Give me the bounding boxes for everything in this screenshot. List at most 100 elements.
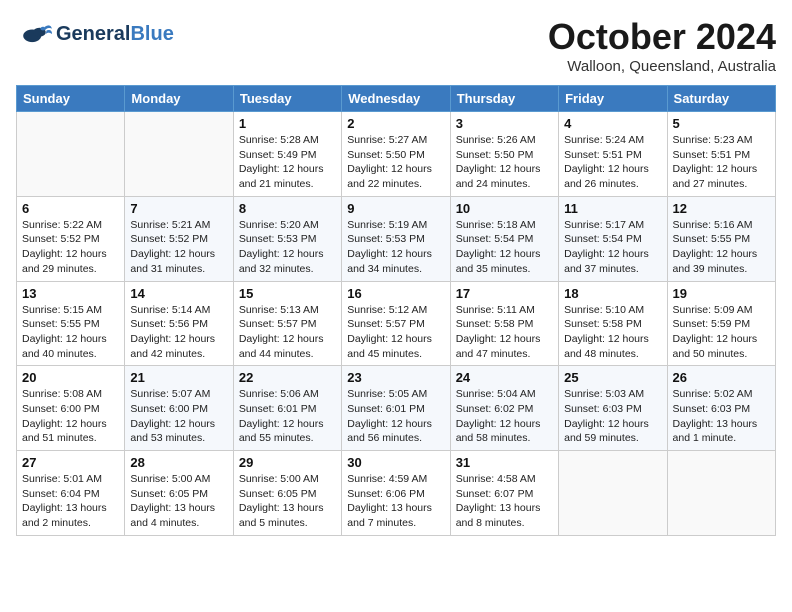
- day-info: Sunrise: 5:10 AMSunset: 5:58 PMDaylight:…: [564, 303, 661, 362]
- day-info: Sunrise: 5:13 AMSunset: 5:57 PMDaylight:…: [239, 303, 336, 362]
- weekday-header-friday: Friday: [559, 86, 667, 112]
- day-number: 14: [130, 286, 227, 301]
- location-subtitle: Walloon, Queensland, Australia: [548, 58, 776, 75]
- day-number: 11: [564, 201, 661, 216]
- calendar-cell: 15 Sunrise: 5:13 AMSunset: 5:57 PMDayligh…: [233, 281, 341, 366]
- calendar-cell: 19 Sunrise: 5:09 AMSunset: 5:59 PMDayligh…: [667, 281, 775, 366]
- day-number: 25: [564, 370, 661, 385]
- day-info: Sunrise: 5:07 AMSunset: 6:00 PMDaylight:…: [130, 387, 227, 446]
- day-number: 24: [456, 370, 553, 385]
- calendar-cell: 21 Sunrise: 5:07 AMSunset: 6:00 PMDayligh…: [125, 366, 233, 451]
- weekday-header-tuesday: Tuesday: [233, 86, 341, 112]
- weekday-header-sunday: Sunday: [17, 86, 125, 112]
- calendar-cell: 5Sunrise: 5:23 AMSunset: 5:51 PMDaylight…: [667, 112, 775, 197]
- day-number: 26: [673, 370, 770, 385]
- day-info: Sunrise: 5:01 AMSunset: 6:04 PMDaylight:…: [22, 472, 119, 531]
- day-number: 19: [673, 286, 770, 301]
- day-number: 20: [22, 370, 119, 385]
- day-number: 1: [239, 116, 336, 131]
- calendar-cell: [17, 112, 125, 197]
- day-number: 31: [456, 455, 553, 470]
- calendar-header-row: SundayMondayTuesdayWednesdayThursdayFrid…: [17, 86, 776, 112]
- day-info: Sunrise: 5:00 AMSunset: 6:05 PMDaylight:…: [130, 472, 227, 531]
- logo: GeneralBlue: [16, 16, 174, 52]
- day-number: 18: [564, 286, 661, 301]
- day-info: Sunrise: 5:16 AMSunset: 5:55 PMDaylight:…: [673, 218, 770, 277]
- calendar-cell: 29 Sunrise: 5:00 AMSunset: 6:05 PMDayligh…: [233, 451, 341, 536]
- calendar-cell: 13 Sunrise: 5:15 AMSunset: 5:55 PMDayligh…: [17, 281, 125, 366]
- calendar-cell: 28 Sunrise: 5:00 AMSunset: 6:05 PMDayligh…: [125, 451, 233, 536]
- day-number: 23: [347, 370, 444, 385]
- day-info: Sunrise: 5:19 AMSunset: 5:53 PMDaylight:…: [347, 218, 444, 277]
- day-info: Sunrise: 4:58 AMSunset: 6:07 PMDaylight:…: [456, 472, 553, 531]
- calendar-cell: 8 Sunrise: 5:20 AMSunset: 5:53 PMDaylight…: [233, 196, 341, 281]
- day-info: Sunrise: 5:22 AMSunset: 5:52 PMDaylight:…: [22, 218, 119, 277]
- calendar-cell: 26Sunrise: 5:02 AMSunset: 6:03 PMDayligh…: [667, 366, 775, 451]
- day-info: Sunrise: 5:21 AMSunset: 5:52 PMDaylight:…: [130, 218, 227, 277]
- logo-text-blue: Blue: [130, 23, 173, 45]
- calendar-week-row: 20 Sunrise: 5:08 AMSunset: 6:00 PMDayligh…: [17, 366, 776, 451]
- title-block: October 2024 Walloon, Queensland, Austra…: [548, 16, 776, 75]
- day-info: Sunrise: 4:59 AMSunset: 6:06 PMDaylight:…: [347, 472, 444, 531]
- calendar-cell: 10Sunrise: 5:18 AMSunset: 5:54 PMDayligh…: [450, 196, 558, 281]
- calendar-week-row: 13 Sunrise: 5:15 AMSunset: 5:55 PMDayligh…: [17, 281, 776, 366]
- day-info: Sunrise: 5:04 AMSunset: 6:02 PMDaylight:…: [456, 387, 553, 446]
- day-number: 7: [130, 201, 227, 216]
- calendar-cell: 16 Sunrise: 5:12 AMSunset: 5:57 PMDayligh…: [342, 281, 450, 366]
- calendar-cell: 2 Sunrise: 5:27 AMSunset: 5:50 PMDaylight…: [342, 112, 450, 197]
- calendar-table: SundayMondayTuesdayWednesdayThursdayFrid…: [16, 85, 776, 536]
- day-info: Sunrise: 5:24 AMSunset: 5:51 PMDaylight:…: [564, 133, 661, 192]
- day-number: 21: [130, 370, 227, 385]
- day-info: Sunrise: 5:15 AMSunset: 5:55 PMDaylight:…: [22, 303, 119, 362]
- logo-icon: [16, 16, 52, 52]
- day-number: 13: [22, 286, 119, 301]
- day-info: Sunrise: 5:05 AMSunset: 6:01 PMDaylight:…: [347, 387, 444, 446]
- calendar-cell: 25Sunrise: 5:03 AMSunset: 6:03 PMDayligh…: [559, 366, 667, 451]
- weekday-header-monday: Monday: [125, 86, 233, 112]
- calendar-week-row: 6 Sunrise: 5:22 AMSunset: 5:52 PMDaylight…: [17, 196, 776, 281]
- calendar-cell: 31 Sunrise: 4:58 AMSunset: 6:07 PMDayligh…: [450, 451, 558, 536]
- day-info: Sunrise: 5:08 AMSunset: 6:00 PMDaylight:…: [22, 387, 119, 446]
- day-number: 6: [22, 201, 119, 216]
- logo-text-general: General: [56, 23, 130, 45]
- calendar-cell: 4 Sunrise: 5:24 AMSunset: 5:51 PMDaylight…: [559, 112, 667, 197]
- day-info: Sunrise: 5:28 AMSunset: 5:49 PMDaylight:…: [239, 133, 336, 192]
- calendar-cell: 22Sunrise: 5:06 AMSunset: 6:01 PMDayligh…: [233, 366, 341, 451]
- calendar-cell: 23 Sunrise: 5:05 AMSunset: 6:01 PMDayligh…: [342, 366, 450, 451]
- day-number: 4: [564, 116, 661, 131]
- calendar-cell: [667, 451, 775, 536]
- calendar-week-row: 27 Sunrise: 5:01 AMSunset: 6:04 PMDayligh…: [17, 451, 776, 536]
- day-number: 8: [239, 201, 336, 216]
- day-number: 3: [456, 116, 553, 131]
- calendar-cell: 27 Sunrise: 5:01 AMSunset: 6:04 PMDayligh…: [17, 451, 125, 536]
- day-number: 29: [239, 455, 336, 470]
- calendar-week-row: 1 Sunrise: 5:28 AMSunset: 5:49 PMDaylight…: [17, 112, 776, 197]
- day-info: Sunrise: 5:06 AMSunset: 6:01 PMDaylight:…: [239, 387, 336, 446]
- calendar-cell: 11Sunrise: 5:17 AMSunset: 5:54 PMDayligh…: [559, 196, 667, 281]
- month-title: October 2024: [548, 16, 776, 58]
- day-info: Sunrise: 5:20 AMSunset: 5:53 PMDaylight:…: [239, 218, 336, 277]
- day-info: Sunrise: 5:18 AMSunset: 5:54 PMDaylight:…: [456, 218, 553, 277]
- day-number: 16: [347, 286, 444, 301]
- day-number: 9: [347, 201, 444, 216]
- calendar-cell: 24 Sunrise: 5:04 AMSunset: 6:02 PMDayligh…: [450, 366, 558, 451]
- page-header: GeneralBlue October 2024 Walloon, Queens…: [16, 16, 776, 75]
- day-info: Sunrise: 5:11 AMSunset: 5:58 PMDaylight:…: [456, 303, 553, 362]
- day-info: Sunrise: 5:12 AMSunset: 5:57 PMDaylight:…: [347, 303, 444, 362]
- day-info: Sunrise: 5:14 AMSunset: 5:56 PMDaylight:…: [130, 303, 227, 362]
- day-info: Sunrise: 5:23 AMSunset: 5:51 PMDaylight:…: [673, 133, 770, 192]
- calendar-cell: [559, 451, 667, 536]
- day-info: Sunrise: 5:27 AMSunset: 5:50 PMDaylight:…: [347, 133, 444, 192]
- calendar-cell: 9 Sunrise: 5:19 AMSunset: 5:53 PMDaylight…: [342, 196, 450, 281]
- day-number: 15: [239, 286, 336, 301]
- calendar-cell: 6 Sunrise: 5:22 AMSunset: 5:52 PMDaylight…: [17, 196, 125, 281]
- day-number: 28: [130, 455, 227, 470]
- calendar-cell: 1 Sunrise: 5:28 AMSunset: 5:49 PMDaylight…: [233, 112, 341, 197]
- calendar-cell: 20 Sunrise: 5:08 AMSunset: 6:00 PMDayligh…: [17, 366, 125, 451]
- day-number: 27: [22, 455, 119, 470]
- calendar-cell: 17Sunrise: 5:11 AMSunset: 5:58 PMDayligh…: [450, 281, 558, 366]
- day-number: 2: [347, 116, 444, 131]
- day-info: Sunrise: 5:09 AMSunset: 5:59 PMDaylight:…: [673, 303, 770, 362]
- day-info: Sunrise: 5:00 AMSunset: 6:05 PMDaylight:…: [239, 472, 336, 531]
- weekday-header-saturday: Saturday: [667, 86, 775, 112]
